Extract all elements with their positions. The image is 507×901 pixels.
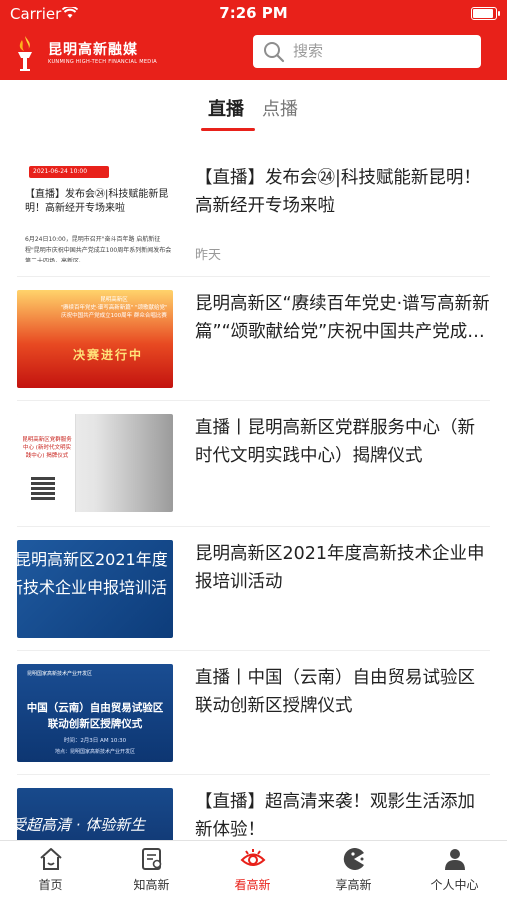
tabbar-item-news[interactable]: 知高新 [101,841,202,901]
thumbnail-org: 昆明国家高新技术产业开发区 [27,671,93,677]
tabbar-label: 享高新 [335,878,372,892]
tab-vod[interactable]: 点播 [262,95,298,121]
tab-live[interactable]: 直播 [208,95,244,121]
search-input[interactable] [293,40,473,62]
thumbnail-caption: 昆明高新区 "赓续百年党史·谱写高新新篇" "颂歌献给党" 庆祝中国共产党成立1… [59,296,169,320]
item-thumbnail: 2021-06-24 10:00 【直播】发布会㉔|科技赋能新昆明！高新经开专场… [17,164,173,262]
item-thumbnail: 昆明高新区党群服务中心 (新时代文明实践中心) 揭牌仪式 [17,414,173,512]
item-time: 昨天 [195,248,222,263]
item-title: 昆明高新区“赓续百年党史·谱写高新新篇”“颂歌献给党”庆祝中国共产党成立100周… [195,294,490,342]
pacman-icon [343,848,364,870]
thumbnail-line-2: 联动创新区授牌仪式 [47,718,143,730]
tabbar-label: 个人中心 [430,878,479,892]
tabbar-item-home[interactable]: 首页 [0,841,101,901]
thumbnail-line-2: 新技术企业申报培训活 [17,578,168,597]
item-title: 昆明高新区2021年度高新技术企业申报培训活动 [195,544,485,592]
thumbnail-date: 2021-06-24 10:00 [29,166,109,178]
torch-logo-icon [18,36,32,71]
tabbar-label: 首页 [38,878,63,892]
tabbar-item-watch[interactable]: 看高新 [202,841,303,901]
thumbnail-time: 时间：2月3日 AM 10:30 [63,738,127,744]
thumbnail-line-1: 受超高清 · 体验新生 [17,816,146,834]
tabbar-label: 知高新 [133,878,170,892]
list-item[interactable]: 昆明高新区 "赓续百年党史·谱写高新新篇" "颂歌献给党" 庆祝中国共产党成立1… [0,276,507,401]
battery-icon [471,7,500,20]
thumbnail-subtitle: "赓续百年党史·谱写高新新篇" "颂歌献给党" 庆祝中国共产党成立100周年 群… [60,305,168,319]
item-thumbnail: 昆明高新区 "赓续百年党史·谱写高新新篇" "颂歌献给党" 庆祝中国共产党成立1… [17,290,173,388]
thumbnail-title: 【直播】发布会㉔|科技赋能新昆明！高新经开专场来啦 [25,189,169,214]
qr-code-icon [31,476,55,500]
list-item[interactable]: 2021-06-24 10:00 【直播】发布会㉔|科技赋能新昆明！高新经开专场… [0,150,507,275]
logo-subtext: KUNMING HIGH-TECH FINANCIAL MEDIA [48,59,157,65]
active-tab-indicator [201,128,255,131]
thumbnail-body: 6月24日10:00，昆明市召开"奋斗百年路 启航新征程"昆明市庆祝中国共产党成… [25,236,172,262]
logo-text: 昆明高新融媒 [48,42,138,58]
tabbar-label: 看高新 [234,878,271,892]
bottom-tab-bar: 首页 知高新 看高新 享高新 个人中心 [0,840,507,901]
news-icon [142,848,162,870]
search-box[interactable] [253,35,481,68]
home-icon [40,848,62,870]
search-icon [264,42,285,63]
status-bar: Carrier 7:26 PM [0,0,507,28]
thumbnail-place: 地点：昆明国家高新技术产业开发区 [54,749,135,755]
item-title: 【直播】超高清来袭！观影生活添加新体验！ [195,792,475,840]
thumbnail-org: 昆明高新区 [100,297,128,303]
list-item[interactable]: 昆明高新区2021年度 新技术企业申报培训活 昆明高新区2021年度高新技术企业… [0,526,507,651]
list-item[interactable]: 昆明高新区党群服务中心 (新时代文明实践中心) 揭牌仪式 直播丨昆明高新区党群服… [0,400,507,525]
clock-label: 7:26 PM [219,4,288,22]
item-title: 【直播】发布会㉔|科技赋能新昆明！高新经开专场来啦 [195,168,481,216]
person-icon [445,849,465,870]
item-title: 直播丨中国（云南）自由贸易试验区联动创新区授牌仪式 [195,668,475,716]
item-thumbnail: 昆明国家高新技术产业开发区 中国（云南）自由贸易试验区 联动创新区授牌仪式 时间… [17,664,173,762]
thumbnail-line-1: 中国（云南）自由贸易试验区 [26,702,164,714]
tabbar-item-enjoy[interactable]: 享高新 [303,841,404,901]
live-vod-tabs: 直播 点播 [0,80,507,135]
thumbnail-text: 昆明高新区党群服务中心 (新时代文明实践中心) 揭牌仪式 [22,437,72,459]
list-item[interactable]: 昆明国家高新技术产业开发区 中国（云南）自由贸易试验区 联动创新区授牌仪式 时间… [0,650,507,775]
item-title: 直播丨昆明高新区党群服务中心（新时代文明实践中心）揭牌仪式 [195,418,475,466]
thumbnail-poster: 昆明高新区党群服务中心 (新时代文明实践中心) 揭牌仪式 [17,414,76,512]
eye-icon [240,849,266,866]
thumbnail-line-1: 昆明高新区2021年度 [17,550,168,569]
tabbar-item-profile[interactable]: 个人中心 [404,841,505,901]
thumbnail-status: 决赛进行中 [73,348,144,362]
app-logo[interactable]: 昆明高新融媒 KUNMING HIGH-TECH FINANCIAL MEDIA [12,34,162,74]
app-header: Carrier 7:26 PM 昆明高新融媒 KUNMING HIGH-TECH… [0,0,507,80]
item-thumbnail: 昆明高新区2021年度 新技术企业申报培训活 [17,540,173,638]
